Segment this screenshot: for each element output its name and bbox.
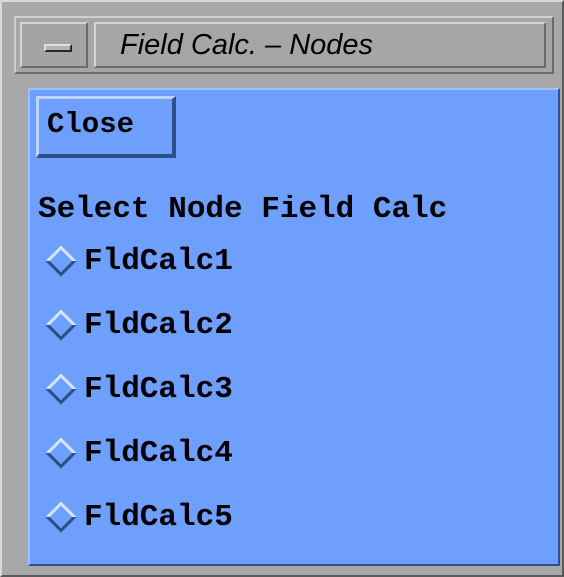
radio-option-label: FldCalc1 bbox=[84, 243, 233, 279]
close-button[interactable]: Close bbox=[36, 96, 176, 158]
radio-option-label: FldCalc3 bbox=[84, 371, 233, 407]
radio-option-fldcalc5[interactable]: FldCalc5 bbox=[40, 494, 233, 540]
radio-option-fldcalc2[interactable]: FldCalc2 bbox=[40, 302, 233, 348]
radio-option-fldcalc1[interactable]: FldCalc1 bbox=[40, 238, 233, 284]
window-title: Field Calc. – Nodes bbox=[120, 29, 374, 61]
radio-diamond-icon[interactable] bbox=[45, 437, 77, 469]
radio-option-label: FldCalc2 bbox=[84, 307, 233, 343]
radio-diamond-icon[interactable] bbox=[45, 373, 77, 405]
radio-diamond-icon[interactable] bbox=[45, 309, 77, 341]
radio-option-fldcalc3[interactable]: FldCalc3 bbox=[40, 366, 233, 412]
radio-option-label: FldCalc4 bbox=[84, 435, 233, 471]
window-menu-icon bbox=[44, 44, 72, 52]
dialog-body: Close Select Node Field Calc FldCalc1 Fl… bbox=[28, 88, 560, 566]
radio-diamond-icon[interactable] bbox=[45, 501, 77, 533]
window-menu-button[interactable] bbox=[20, 22, 88, 68]
window-frame: Field Calc. – Nodes Close Select Node Fi… bbox=[0, 0, 564, 577]
title-area[interactable]: Field Calc. – Nodes bbox=[94, 22, 546, 68]
title-bar[interactable]: Field Calc. – Nodes bbox=[14, 16, 554, 74]
radio-diamond-icon[interactable] bbox=[45, 245, 77, 277]
section-heading: Select Node Field Calc bbox=[38, 192, 448, 227]
radio-option-fldcalc4[interactable]: FldCalc4 bbox=[40, 430, 233, 476]
radio-option-label: FldCalc5 bbox=[84, 499, 233, 535]
